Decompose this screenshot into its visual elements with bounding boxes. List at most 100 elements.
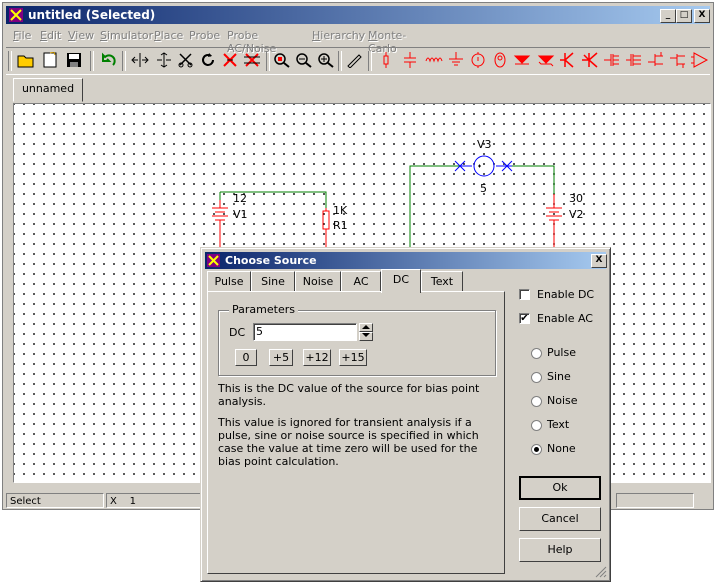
toolbar-separator bbox=[122, 51, 126, 71]
help-button[interactable]: Help bbox=[519, 538, 601, 562]
resistor-icon[interactable] bbox=[376, 52, 396, 70]
radio-sine[interactable] bbox=[531, 372, 542, 383]
cut-scissors-icon[interactable] bbox=[176, 52, 196, 70]
wires-right bbox=[409, 165, 555, 254]
menu-place-hotkey: P bbox=[154, 29, 161, 42]
menu-edit[interactable]: Edit bbox=[40, 29, 61, 42]
new-file-icon[interactable] bbox=[40, 51, 60, 70]
menu-simulator-label: imulator bbox=[106, 29, 154, 42]
menu-edit-label: dit bbox=[46, 29, 62, 42]
menu-simulator[interactable]: Simulator bbox=[100, 29, 153, 42]
menu-file[interactable]: File bbox=[13, 29, 31, 42]
dialog-title-bar[interactable]: Choose Source X bbox=[205, 252, 607, 269]
ok-button[interactable]: Ok bbox=[519, 476, 601, 500]
toolbar-separator bbox=[266, 51, 270, 71]
inductor-icon[interactable] bbox=[424, 52, 444, 70]
diode-icon[interactable] bbox=[512, 52, 532, 70]
toolbar bbox=[6, 47, 710, 75]
cancel-button[interactable]: Cancel bbox=[519, 507, 601, 531]
menu-probe[interactable]: Probe bbox=[189, 29, 220, 42]
rotate-icon[interactable] bbox=[198, 52, 218, 70]
radio-pulse-label: Pulse bbox=[547, 346, 576, 359]
menu-simulator-hotkey: S bbox=[100, 29, 107, 42]
radio-noise[interactable] bbox=[531, 396, 542, 407]
preset-5-button[interactable]: +5 bbox=[269, 349, 293, 366]
zoom-out-icon[interactable] bbox=[294, 52, 314, 70]
minimize-button[interactable]: _ bbox=[660, 9, 676, 23]
label-r1-value: 1K bbox=[333, 204, 348, 217]
v2-battery bbox=[546, 194, 562, 254]
zoom-in-icon[interactable] bbox=[316, 52, 336, 70]
dialog-close-button[interactable]: X bbox=[591, 254, 607, 268]
enable-ac-checkbox[interactable]: ✔ bbox=[519, 313, 530, 324]
undo-icon[interactable] bbox=[98, 52, 118, 70]
zener-diode-icon[interactable] bbox=[536, 52, 556, 70]
help-text-2: This value is ignored for transient anal… bbox=[218, 416, 479, 468]
tab-noise[interactable]: Noise bbox=[295, 271, 341, 291]
close-button[interactable]: X bbox=[694, 9, 710, 23]
tab-text[interactable]: Text bbox=[421, 271, 463, 291]
ground-icon[interactable] bbox=[446, 52, 466, 70]
enable-dc-checkbox[interactable] bbox=[519, 289, 530, 300]
delete-wire-icon[interactable] bbox=[242, 52, 262, 70]
radio-none[interactable] bbox=[531, 444, 542, 455]
njfet-icon[interactable] bbox=[646, 52, 666, 70]
npn-transistor-icon[interactable] bbox=[558, 52, 578, 70]
tab-pulse[interactable]: Pulse bbox=[207, 271, 251, 291]
pnp-transistor-icon[interactable] bbox=[580, 52, 600, 70]
nmos-icon[interactable] bbox=[602, 52, 622, 70]
preset-12-button[interactable]: +12 bbox=[303, 349, 331, 366]
save-disk-icon[interactable] bbox=[64, 52, 84, 70]
menu-view[interactable]: View bbox=[68, 29, 94, 42]
tab-sine[interactable]: Sine bbox=[251, 271, 295, 291]
tab-unnamed[interactable]: unnamed bbox=[13, 78, 83, 102]
zoom-area-icon[interactable] bbox=[272, 52, 292, 70]
delete-icon[interactable] bbox=[220, 52, 240, 70]
radio-text[interactable] bbox=[531, 420, 542, 431]
pjfet-icon[interactable] bbox=[668, 52, 688, 70]
resize-grip-icon[interactable] bbox=[595, 566, 607, 578]
status-x-label: X bbox=[110, 496, 117, 507]
pmos-icon[interactable] bbox=[624, 52, 644, 70]
toolbar-separator bbox=[368, 51, 372, 71]
flip-vertical-icon[interactable] bbox=[154, 52, 174, 70]
document-tab-bar: unnamed bbox=[6, 76, 710, 102]
status-mode: Select bbox=[6, 493, 104, 508]
maximize-button[interactable]: □ bbox=[676, 9, 692, 23]
preset-15-button[interactable]: +15 bbox=[339, 349, 367, 366]
label-v3-value: 5 bbox=[480, 182, 487, 195]
preset-0-button[interactable]: 0 bbox=[235, 349, 257, 366]
radio-none-label: None bbox=[547, 442, 576, 455]
tab-ac[interactable]: AC bbox=[341, 271, 381, 291]
dc-label: DC bbox=[229, 326, 246, 339]
label-v1-value: 12 bbox=[233, 192, 247, 205]
label-v1: V1 bbox=[233, 208, 248, 221]
radio-text-label: Text bbox=[547, 418, 570, 431]
tab-dc[interactable]: DC bbox=[381, 269, 421, 293]
flip-horizontal-icon[interactable] bbox=[130, 52, 150, 70]
toolbar-separator bbox=[90, 51, 94, 71]
dc-value-input[interactable]: 5 bbox=[253, 323, 357, 341]
dc-tab-panel: Parameters DC 5 0 +5 +12 +15 This is the… bbox=[207, 291, 505, 574]
radio-pulse[interactable] bbox=[531, 348, 542, 359]
opamp-icon[interactable] bbox=[690, 52, 710, 70]
spin-down-button[interactable] bbox=[359, 332, 373, 341]
menu-place[interactable]: Place bbox=[154, 29, 183, 42]
capacitor-icon[interactable] bbox=[400, 52, 420, 70]
menu-edit-hotkey: E bbox=[40, 29, 47, 42]
spin-up-button[interactable] bbox=[359, 323, 373, 332]
dialog-title: Choose Source bbox=[225, 254, 317, 267]
voltage-source-icon[interactable] bbox=[468, 52, 488, 70]
menu-hierarchy[interactable]: Hierarchy bbox=[312, 29, 365, 42]
help-text-1: This is the DC value of the source for b… bbox=[218, 382, 480, 408]
menu-hierarchy-label: ierarchy bbox=[320, 29, 366, 42]
status-coords: X 1 bbox=[106, 493, 206, 508]
window-title: untitled (Selected) bbox=[28, 8, 156, 22]
menu-view-label: iew bbox=[75, 29, 95, 42]
pencil-wire-icon[interactable] bbox=[344, 52, 364, 70]
current-source-icon[interactable] bbox=[490, 52, 510, 70]
menu-monte-carlo-hotkey: M bbox=[368, 29, 378, 42]
open-folder-icon[interactable] bbox=[16, 52, 36, 70]
parameters-label: Parameters bbox=[229, 303, 298, 316]
title-bar[interactable]: untitled (Selected) _ □ X bbox=[6, 6, 710, 24]
